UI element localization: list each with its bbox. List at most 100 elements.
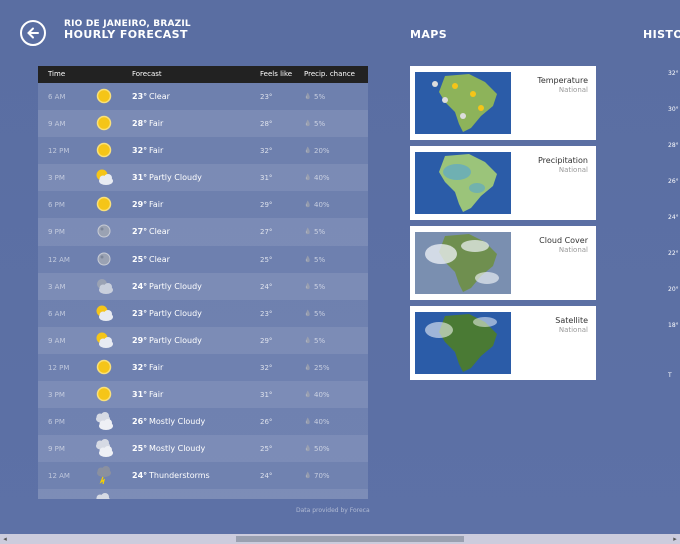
column-header-time: Time xyxy=(48,70,66,78)
history-axis-label: 28° xyxy=(668,142,679,149)
row-precip-chance: 40% xyxy=(314,418,330,427)
raindrop-icon: 💧 xyxy=(304,282,312,290)
map-card-title: Satellite xyxy=(555,316,588,325)
row-time: 3 PM xyxy=(48,174,65,183)
sun-icon xyxy=(94,357,114,377)
row-temperature: 28° xyxy=(132,119,148,129)
row-condition: Partly Cloudy xyxy=(149,281,202,291)
row-temperature: 25° xyxy=(132,254,148,264)
table-row: 12 PM 32° Fair 32° 💧 25% xyxy=(38,353,368,382)
history-axis-label: 22° xyxy=(668,250,679,257)
row-temperature: 27° xyxy=(132,227,148,237)
row-time: 9 AM xyxy=(48,120,66,129)
raindrop-icon: 💧 xyxy=(304,472,312,480)
table-row: 3 PM 31° Partly Cloudy 31° 💧 40% xyxy=(38,164,368,192)
thunderstorm-icon xyxy=(94,465,114,485)
row-precip-chance: 70% xyxy=(314,472,330,481)
scrollbar-thumb[interactable] xyxy=(236,536,464,542)
row-feels-like: 31° xyxy=(260,391,273,400)
row-time: 6 AM xyxy=(48,309,66,318)
partly-cloudy-icon xyxy=(94,167,114,187)
row-condition: Fair xyxy=(149,200,164,210)
row-time: 6 PM xyxy=(48,418,65,427)
row-time: 3 PM xyxy=(48,391,65,400)
history-axis-label: 18° xyxy=(668,322,679,329)
row-condition: Mostly Cloudy xyxy=(149,444,206,454)
row-time: 9 AM xyxy=(48,336,66,345)
map-card-precipitation[interactable]: Precipitation National xyxy=(410,146,596,220)
sun-icon xyxy=(94,86,114,106)
row-condition: Fair xyxy=(149,119,164,129)
data-credit: Data provided by Foreca xyxy=(296,507,370,514)
row-temperature: 23° xyxy=(132,308,148,318)
map-card-satellite[interactable]: Satellite National xyxy=(410,306,596,380)
table-body: 6 AM 23° Clear 23° 💧 5% 9 AM 28° Fair 28° 💧 5% 12 PM… xyxy=(38,83,368,499)
table-row: 9 PM 27° Clear 27° 💧 5% xyxy=(38,218,368,246)
table-row: 6 AM 23° Partly Cloudy 23° 💧 5% xyxy=(38,299,368,327)
row-precip-chance: 40% xyxy=(314,174,330,183)
sun-icon xyxy=(94,113,114,133)
row-condition: Fair xyxy=(149,362,164,372)
row-temperature: 32° xyxy=(132,146,148,156)
row-temperature: 24° xyxy=(132,471,148,481)
row-feels-like: 31° xyxy=(260,174,273,183)
map-card-temperature[interactable]: Temperature National xyxy=(410,66,596,140)
scroll-left-icon[interactable]: ◂ xyxy=(0,534,10,544)
table-row: 6 PM 29° Fair 29° 💧 40% xyxy=(38,191,368,219)
row-feels-like: 23° xyxy=(260,93,273,101)
row-precip-chance: 5% xyxy=(314,309,326,318)
row-feels-like: 25° xyxy=(260,255,273,264)
row-time: 9 PM xyxy=(48,228,65,237)
map-card-cloud[interactable]: Cloud Cover National xyxy=(410,226,596,300)
back-button[interactable] xyxy=(20,20,46,46)
row-precip-chance: 5% xyxy=(314,120,326,129)
maps-section-title[interactable]: MAPS xyxy=(410,28,447,41)
table-row: 12 AM 25° Clear 25° 💧 5% xyxy=(38,245,368,273)
row-feels-like: 23° xyxy=(260,309,273,318)
row-feels-like: 26° xyxy=(260,418,273,427)
table-row xyxy=(38,489,368,499)
precipitation-map-thumbnail xyxy=(415,152,511,214)
sun-icon xyxy=(94,384,114,404)
row-temperature: 29° xyxy=(132,335,148,345)
row-condition: Fair xyxy=(149,146,164,156)
row-feels-like: 28° xyxy=(260,120,273,129)
moon-icon xyxy=(94,221,114,241)
map-card-title: Cloud Cover xyxy=(539,236,588,245)
night-cloudy-icon xyxy=(94,276,114,296)
horizontal-scrollbar[interactable]: ◂ ▸ xyxy=(0,534,680,544)
history-axis-label: 32° xyxy=(668,70,679,77)
scroll-right-icon[interactable]: ▸ xyxy=(670,534,680,544)
column-header-precip: Precip. chance xyxy=(304,70,355,78)
row-precip-chance: 5% xyxy=(314,93,326,101)
table-row: 6 AM 23° Clear 23° 💧 5% xyxy=(38,83,368,111)
row-feels-like: 25° xyxy=(260,445,273,454)
history-axis-label: T xyxy=(668,372,672,379)
row-time: 3 AM xyxy=(48,282,66,291)
history-section-title[interactable]: HISTOR xyxy=(643,28,680,41)
raindrop-icon: 💧 xyxy=(304,93,312,100)
raindrop-icon: 💧 xyxy=(304,336,312,344)
row-condition: Partly Cloudy xyxy=(149,173,202,183)
row-temperature: 31° xyxy=(132,173,148,183)
temperature-map-thumbnail xyxy=(415,72,511,134)
table-row: 3 AM 24° Partly Cloudy 24° 💧 5% xyxy=(38,272,368,300)
row-temperature: 23° xyxy=(132,92,148,101)
row-precip-chance: 50% xyxy=(314,445,330,454)
row-precip-chance: 5% xyxy=(314,282,326,291)
row-time: 9 PM xyxy=(48,445,65,454)
row-condition: Fair xyxy=(149,390,164,400)
raindrop-icon: 💧 xyxy=(304,201,312,209)
mostly-cloudy-icon xyxy=(94,438,114,458)
table-row: 3 PM 31° Fair 31° 💧 40% xyxy=(38,381,368,409)
row-temperature: 26° xyxy=(132,417,148,427)
map-card-subtitle: National xyxy=(558,166,588,174)
row-temperature: 32° xyxy=(132,362,148,372)
row-precip-chance: 5% xyxy=(314,255,326,264)
raindrop-icon: 💧 xyxy=(304,418,312,426)
partly-cloudy-icon xyxy=(94,303,114,323)
map-card-subtitle: National xyxy=(558,326,588,334)
sun-icon xyxy=(94,140,114,160)
row-precip-chance: 5% xyxy=(314,228,326,237)
row-time: 6 AM xyxy=(48,93,66,101)
